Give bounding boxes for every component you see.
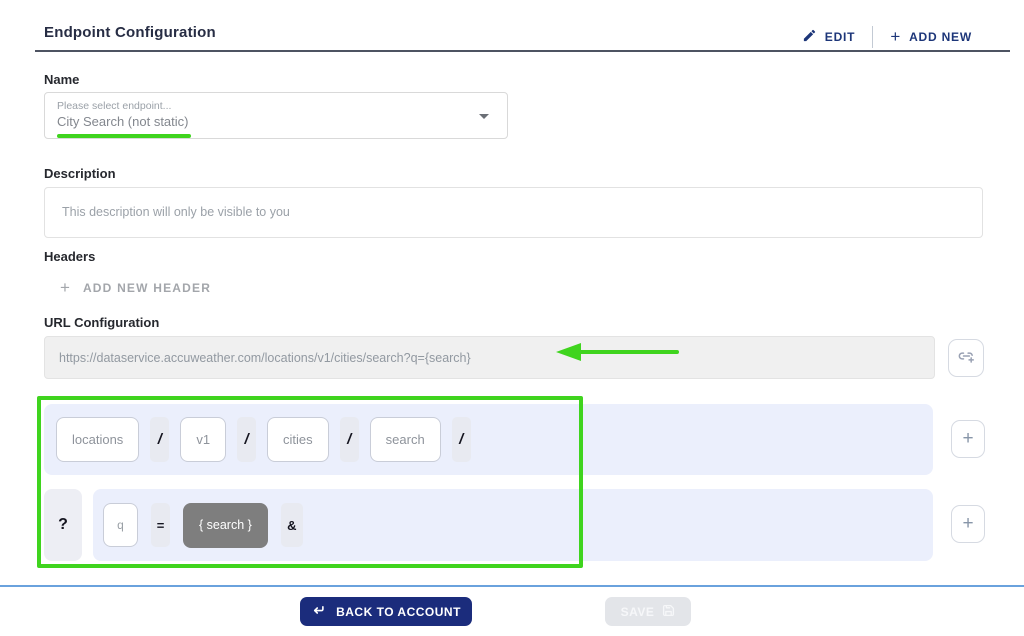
plus-icon: + <box>890 28 901 45</box>
add-new-header-button[interactable]: + ADD NEW HEADER <box>60 278 211 298</box>
query-value-chip[interactable]: { search } <box>183 503 268 548</box>
save-button-label: SAVE <box>621 605 655 619</box>
slash-separator: / <box>452 417 471 462</box>
return-arrow-icon <box>311 603 326 621</box>
back-to-account-button[interactable]: BACK TO ACCOUNT <box>300 597 472 626</box>
back-to-account-label: BACK TO ACCOUNT <box>336 605 461 619</box>
endpoint-select-placeholder: Please select endpoint... <box>57 100 171 112</box>
floppy-disk-icon <box>662 604 675 620</box>
add-path-segment-button[interactable]: + <box>951 420 985 458</box>
header-underline <box>35 50 1010 52</box>
endpoint-select-value: City Search (not static) <box>57 114 189 129</box>
name-label: Name <box>44 72 79 87</box>
edit-button-label: EDIT <box>825 30 856 44</box>
path-segment-field[interactable]: v1 <box>180 417 226 462</box>
headers-label: Headers <box>44 249 95 264</box>
add-link-button[interactable] <box>948 339 984 377</box>
footer-divider <box>0 585 1024 587</box>
url-value: https://dataservice.accuweather.com/loca… <box>59 351 471 365</box>
header-actions: EDIT + ADD NEW <box>802 26 972 48</box>
query-key-field[interactable]: q <box>103 503 138 547</box>
add-new-button-label: ADD NEW <box>909 30 972 44</box>
ampersand-separator: & <box>281 503 303 547</box>
add-link-icon <box>956 346 976 371</box>
pencil-icon <box>802 28 817 46</box>
add-new-header-label: ADD NEW HEADER <box>83 281 211 295</box>
edit-button[interactable]: EDIT <box>802 28 856 46</box>
description-textarea[interactable]: This description will only be visible to… <box>44 187 983 238</box>
path-segments-row: locations/v1/cities/search/ <box>44 404 933 475</box>
query-prefix-chip: ? <box>44 489 82 561</box>
endpoint-select[interactable]: Please select endpoint... City Search (n… <box>44 92 508 139</box>
query-params-row: q = { search } & <box>93 489 933 561</box>
endpoint-configuration-page: Endpoint Configuration EDIT + ADD NEW Na… <box>0 0 1024 636</box>
description-label: Description <box>44 166 116 181</box>
chevron-down-icon <box>479 114 489 119</box>
slash-separator: / <box>150 417 169 462</box>
url-input: https://dataservice.accuweather.com/loca… <box>44 336 935 379</box>
add-query-param-button[interactable]: + <box>951 505 985 543</box>
header-actions-divider <box>872 26 873 48</box>
description-placeholder: This description will only be visible to… <box>62 205 290 219</box>
slash-separator: / <box>237 417 256 462</box>
page-title: Endpoint Configuration <box>44 24 216 41</box>
add-new-button[interactable]: + ADD NEW <box>890 30 972 45</box>
plus-icon: + <box>60 278 70 298</box>
path-segment-field[interactable]: search <box>370 417 441 462</box>
green-underline-annotation <box>57 134 191 138</box>
path-segment-field[interactable]: locations <box>56 417 139 462</box>
save-button[interactable]: SAVE <box>605 597 691 626</box>
equals-separator: = <box>151 503 170 547</box>
slash-separator: / <box>340 417 359 462</box>
path-segment-field[interactable]: cities <box>267 417 329 462</box>
url-configuration-label: URL Configuration <box>44 315 159 330</box>
